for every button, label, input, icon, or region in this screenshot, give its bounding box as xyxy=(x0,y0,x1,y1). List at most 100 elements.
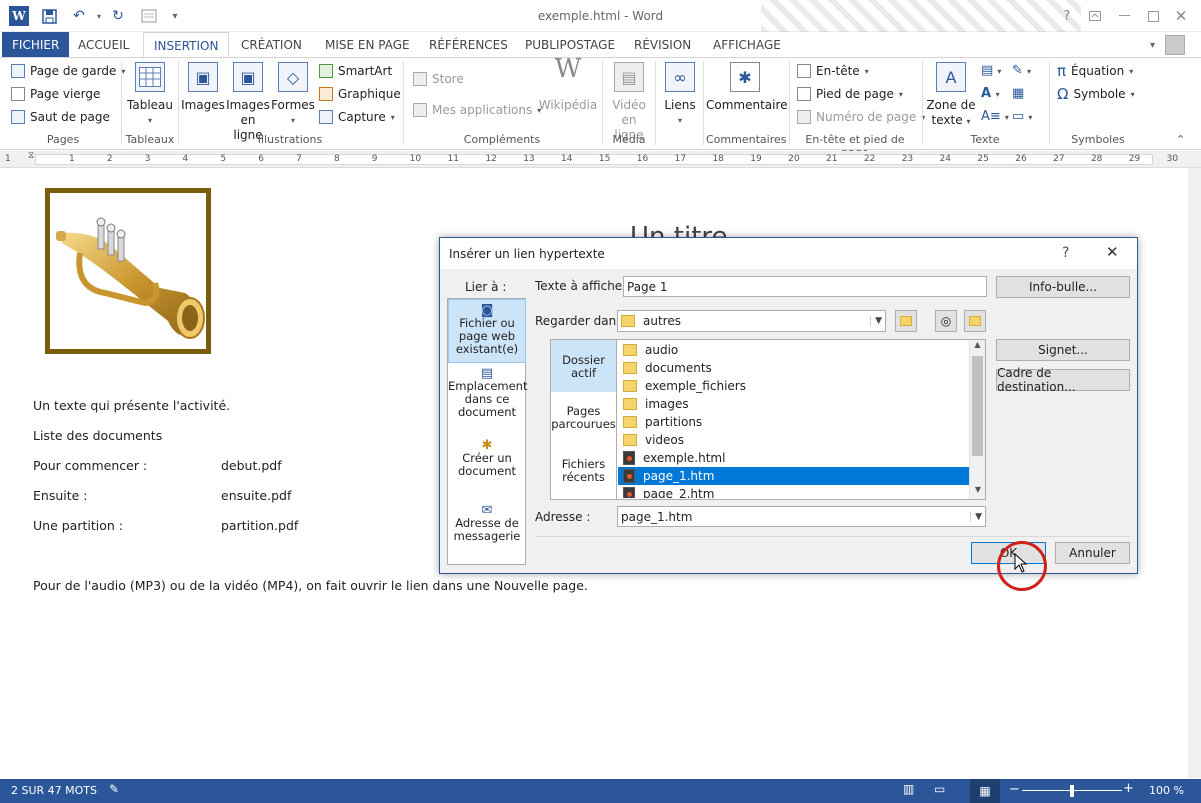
date-time-icon[interactable]: ▦ xyxy=(1012,86,1024,101)
screenshot-button[interactable]: Capture ▾ xyxy=(319,108,395,126)
tab-layout[interactable]: MISE EN PAGE xyxy=(315,32,420,57)
text-box-button[interactable]: A Zone de texte ▾ xyxy=(926,62,976,129)
file-link[interactable]: debut.pdf xyxy=(221,458,282,473)
scroll-down-icon[interactable]: ▼ xyxy=(970,485,986,499)
tab-design[interactable]: CRÉATION xyxy=(231,32,312,57)
chevron-down-icon[interactable]: ▼ xyxy=(970,511,982,522)
file-list-item[interactable]: exemple_fichiers xyxy=(618,377,969,395)
indent-marker[interactable]: ⧖ xyxy=(28,151,34,161)
comment-button[interactable]: ✱ Commentaire xyxy=(706,62,788,113)
equation-button[interactable]: π Équation ▾ xyxy=(1057,62,1133,80)
online-picture-icon: ▣ xyxy=(233,62,263,92)
minimize-icon[interactable] xyxy=(1110,4,1138,28)
help-icon[interactable]: ? xyxy=(1053,4,1081,28)
images-button[interactable]: ▣ Images xyxy=(181,62,225,113)
browse-web-icon[interactable]: ◎ xyxy=(935,310,957,332)
cover-page-button[interactable]: Page de garde ▾ xyxy=(11,62,125,80)
nav-place-in-document[interactable]: ▤ Emplacement dans ce document xyxy=(448,367,527,427)
file-name: documents xyxy=(645,361,712,375)
file-list-item[interactable]: exemple.html xyxy=(618,449,969,467)
scroll-thumb[interactable] xyxy=(972,356,983,456)
blank-page-button[interactable]: Page vierge xyxy=(11,85,100,103)
ruler-tick: 4 xyxy=(182,154,189,164)
file-list-scrollbar[interactable]: ▲ ▼ xyxy=(969,340,985,499)
tab-home[interactable]: ACCUEIL xyxy=(68,32,139,57)
ruler-tick: 9 xyxy=(371,154,378,164)
ruler-tick: 16 xyxy=(636,154,649,164)
zoom-slider-thumb[interactable] xyxy=(1070,785,1074,797)
close-icon[interactable]: ✕ xyxy=(1167,4,1195,28)
sub-nav-recent-files[interactable]: Fichiers récents xyxy=(551,458,616,488)
sub-nav-browsed-pages[interactable]: Pages parcourues xyxy=(551,405,616,435)
zoom-level[interactable]: 100 % xyxy=(1149,784,1184,797)
target-frame-button[interactable]: Cadre de destination... xyxy=(996,366,1130,394)
account-dropdown-icon[interactable]: ▾ xyxy=(1150,40,1155,51)
links-button[interactable]: ∞ Liens ▾ xyxy=(660,62,700,128)
look-in-select[interactable]: autres ▼ xyxy=(617,310,886,332)
file-list-item[interactable]: videos xyxy=(618,431,969,449)
cancel-button[interactable]: Annuler xyxy=(1055,542,1130,564)
tooltip-button[interactable]: Info-bulle... xyxy=(996,276,1130,298)
store-button[interactable]: Store xyxy=(413,70,464,88)
online-images-button[interactable]: ▣ Images en ligne xyxy=(225,62,271,143)
proofing-icon[interactable]: ✎ xyxy=(109,782,119,796)
address-field[interactable]: page_1.htm ▼ xyxy=(617,506,986,527)
file-link[interactable]: ensuite.pdf xyxy=(221,488,291,503)
bookmark-button[interactable]: Signet... xyxy=(996,339,1130,361)
tab-insert[interactable]: INSERTION xyxy=(143,32,230,58)
sub-nav-current-folder[interactable]: Dossier actif xyxy=(551,340,616,392)
ribbon-tabs: FICHIER ACCUEIL INSERTION CRÉATION MISE … xyxy=(0,32,1201,58)
symbol-button[interactable]: Ω Symbole ▾ xyxy=(1057,85,1135,103)
smartart-button[interactable]: SmartArt xyxy=(319,62,392,80)
table-icon xyxy=(135,62,165,92)
vertical-scrollbar[interactable] xyxy=(1188,168,1201,778)
web-layout-icon[interactable]: ▦ xyxy=(970,779,1000,803)
scroll-up-icon[interactable]: ▲ xyxy=(970,340,985,354)
zoom-out-icon[interactable]: − xyxy=(1009,782,1020,797)
collapse-ribbon-icon[interactable]: ⌃ xyxy=(1176,133,1185,146)
footer-button[interactable]: Pied de page ▾ xyxy=(797,85,903,103)
page-number-button[interactable]: Numéro de page ▾ xyxy=(797,108,925,126)
read-mode-icon[interactable]: ▥ xyxy=(903,782,914,796)
shapes-button[interactable]: ◇ Formes ▾ xyxy=(271,62,315,128)
online-video-button[interactable]: ▤ Vidéo en ligne xyxy=(606,62,652,143)
dialog-close-icon[interactable]: ✕ xyxy=(1106,243,1119,261)
file-list-item[interactable]: page_2.htm xyxy=(618,485,969,498)
file-list-item[interactable]: documents xyxy=(618,359,969,377)
avatar[interactable] xyxy=(1165,35,1185,55)
drop-cap-icon[interactable]: A≡ ▾ xyxy=(981,109,1009,124)
signature-line-icon[interactable]: ✎ ▾ xyxy=(1012,63,1031,78)
folder-up-icon[interactable] xyxy=(895,310,917,332)
object-icon[interactable]: ▭ ▾ xyxy=(1012,109,1032,124)
wordart-icon[interactable]: A ▾ xyxy=(981,86,1000,101)
header-button[interactable]: En-tête ▾ xyxy=(797,62,869,80)
tab-references[interactable]: RÉFÉRENCES xyxy=(419,32,518,57)
tab-view[interactable]: AFFICHAGE xyxy=(703,32,791,57)
trumpet-image[interactable] xyxy=(45,188,211,354)
browse-file-icon[interactable] xyxy=(964,310,986,332)
nav-email-address[interactable]: ✉ Adresse de messagerie xyxy=(448,504,526,554)
nav-existing-file[interactable]: ◙ Fichier ou page web existant(e) xyxy=(448,299,526,363)
file-list-item[interactable]: audio xyxy=(618,341,969,359)
tab-review[interactable]: RÉVISION xyxy=(624,32,701,57)
word-count[interactable]: 2 SUR 47 MOTS xyxy=(11,784,97,797)
chart-button[interactable]: Graphique xyxy=(319,85,401,103)
ruler-tick: 12 xyxy=(485,154,497,164)
file-list-item[interactable]: partitions xyxy=(618,413,969,431)
file-link[interactable]: partition.pdf xyxy=(221,518,298,533)
dialog-help-icon[interactable]: ? xyxy=(1062,245,1069,261)
quick-parts-icon[interactable]: ▤ ▾ xyxy=(981,63,1001,78)
wikipedia-button[interactable]: W Wikipédia xyxy=(537,56,599,113)
print-layout-icon[interactable]: ▭ xyxy=(934,782,945,796)
table-button[interactable]: Tableau ▾ xyxy=(126,62,174,128)
my-apps-button[interactable]: Mes applications ▾ xyxy=(413,101,541,119)
maximize-icon[interactable] xyxy=(1139,4,1167,28)
nav-create-document[interactable]: ✱ Créer un document xyxy=(448,439,526,489)
page-break-button[interactable]: Saut de page xyxy=(11,108,110,126)
text-to-display-field[interactable]: Page 1 xyxy=(623,276,987,297)
tab-file[interactable]: FICHIER xyxy=(2,32,70,57)
ribbon-display-icon[interactable] xyxy=(1081,4,1109,28)
file-list-item[interactable]: images xyxy=(618,395,969,413)
zoom-in-icon[interactable]: + xyxy=(1123,781,1134,796)
file-list-item[interactable]: page_1.htm xyxy=(618,467,969,485)
